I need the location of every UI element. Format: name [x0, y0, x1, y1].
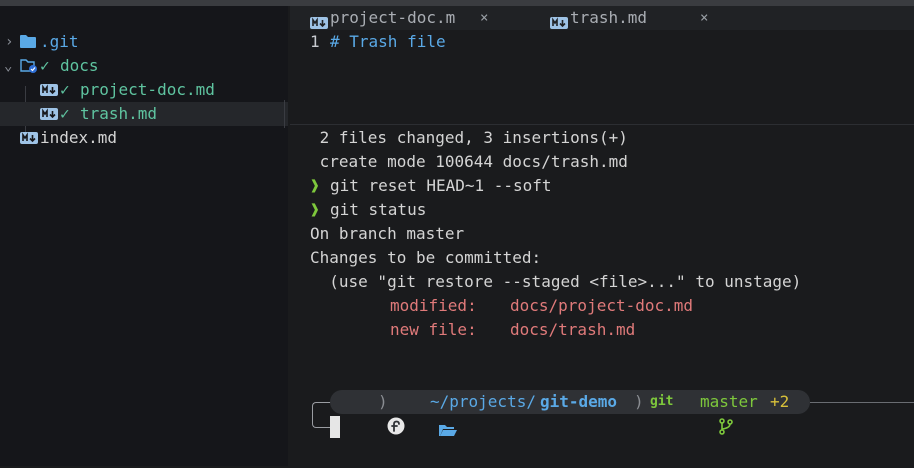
- git-status-icon: ✓: [60, 104, 70, 123]
- path-prefix: ~/projects/: [430, 392, 536, 411]
- terminal-output-line: create mode 100644 docs/trash.md: [310, 152, 628, 171]
- fedora-icon: [348, 393, 405, 435]
- tree-item-project-doc[interactable]: ✓ project-doc.md: [0, 78, 288, 102]
- file-explorer: › .git ⌄ ✓ docs ✓ project-doc.md ✓ trash…: [0, 6, 288, 466]
- tree-item-label: trash.md: [80, 104, 158, 123]
- folder-icon: [20, 34, 36, 48]
- git-status-icon: ✓: [40, 56, 50, 75]
- markdown-icon: [40, 84, 58, 96]
- pane-divider[interactable]: [290, 124, 914, 125]
- tree-item-trash[interactable]: ✓ trash.md: [0, 102, 288, 126]
- terminal-cursor[interactable]: [330, 416, 340, 438]
- tree-item-label: docs: [60, 56, 99, 75]
- tree-item-label: .git: [40, 32, 79, 51]
- markdown-icon: [20, 132, 38, 144]
- markdown-icon: [40, 108, 58, 120]
- tree-item-label: project-doc.md: [80, 80, 215, 99]
- separator-icon: ): [378, 392, 388, 411]
- prompt-fill-line: [810, 402, 914, 403]
- chevron-right-icon: ›: [5, 34, 14, 50]
- tab-label: trash.md: [570, 8, 648, 27]
- terminal-output-line: Changes to be committed:: [310, 248, 542, 267]
- code-line[interactable]: # Trash file: [330, 30, 446, 54]
- staged-file: docs/trash.md: [510, 320, 636, 339]
- terminal-output-line: 2 files changed, 3 insertions(+): [310, 128, 628, 147]
- tree-item-git[interactable]: › .git: [0, 30, 288, 54]
- close-icon[interactable]: ×: [700, 6, 708, 30]
- close-icon[interactable]: ×: [480, 6, 488, 30]
- separator-icon: ): [634, 392, 644, 411]
- tree-item-label: index.md: [40, 128, 118, 147]
- tab-project-doc[interactable]: project-doc.m ×: [310, 6, 530, 30]
- path-current: git-demo: [540, 392, 618, 411]
- chevron-down-icon: ⌄: [4, 58, 13, 74]
- tab-bar: project-doc.m × trash.md ×: [290, 6, 914, 30]
- staged-kind: modified:: [390, 296, 477, 315]
- terminal-output-line: (use "git restore --staged <file>..." to…: [310, 272, 802, 291]
- prompt-bracket: [312, 402, 331, 428]
- terminal-command: git status: [330, 200, 427, 219]
- folder-open-icon: [20, 58, 38, 74]
- tab-trash[interactable]: trash.md ×: [550, 6, 770, 30]
- prompt-arrow-icon: ❱: [310, 200, 320, 219]
- editor-pane[interactable]: 1 # Trash file: [290, 30, 914, 124]
- git-changes-count: +2: [770, 392, 790, 411]
- terminal[interactable]: 2 files changed, 3 insertions(+) create …: [290, 126, 914, 466]
- tree-item-docs[interactable]: ⌄ ✓ docs: [0, 54, 288, 78]
- staged-file: docs/project-doc.md: [510, 296, 694, 315]
- split-divider[interactable]: [284, 100, 285, 128]
- git-status-icon: ✓: [60, 80, 70, 99]
- git-icon: git: [650, 394, 674, 409]
- tree-item-index[interactable]: index.md: [0, 126, 288, 150]
- staged-kind: new file:: [390, 320, 477, 339]
- tab-label: project-doc.m: [330, 8, 456, 27]
- terminal-command: git reset HEAD~1 --soft: [330, 176, 552, 195]
- terminal-output-line: On branch master: [310, 224, 465, 243]
- git-branch: master: [700, 392, 758, 411]
- prompt-arrow-icon: ❱: [310, 176, 320, 195]
- line-number: 1: [310, 32, 320, 51]
